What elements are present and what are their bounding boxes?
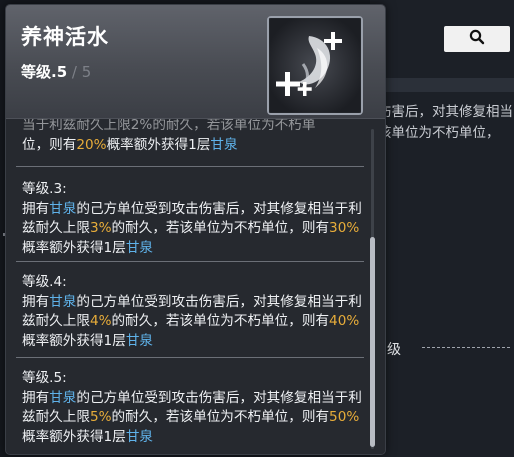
entry-text: 概率额外获得1层: [22, 332, 126, 349]
sparkle-plus-icon: [269, 18, 361, 113]
item-name: 甘泉: [49, 389, 77, 406]
percent-value: 4%: [89, 313, 112, 329]
search-button[interactable]: [444, 26, 510, 52]
entry-text: 拥有: [22, 389, 50, 406]
background-dashed-divider: [422, 347, 510, 348]
background-level-label: 级: [387, 342, 401, 358]
skill-level-max: / 5: [67, 63, 92, 81]
item-name: 甘泉: [49, 200, 77, 217]
entry-level-label: 等级.3:: [22, 181, 67, 197]
entry-text: 拥有: [22, 200, 50, 217]
background-text-line: 该单位为不朽单位，: [378, 125, 500, 141]
level-entry-partial: 当于利兹耐久上限2%的耐久，若该单位为不朽单 位，则有20%概率额外获得1层甘泉: [22, 119, 362, 155]
percent-value: 3%: [89, 220, 112, 236]
chance-value: 50%: [329, 409, 360, 425]
chance-value: 40%: [329, 313, 360, 329]
item-name: 甘泉: [210, 136, 238, 153]
entry-level-label: 等级.4:: [22, 274, 67, 290]
background-description: 伤害后，对其修复相当 该单位为不朽单位，: [378, 102, 514, 144]
background-text-line: 伤害后，对其修复相当: [378, 104, 513, 120]
entry-divider: [16, 261, 364, 262]
scrollbar-thumb[interactable]: [370, 237, 375, 447]
chance-value: 20%: [76, 136, 107, 153]
item-name: 甘泉: [125, 428, 153, 445]
level-entry: 等级.5: 拥有甘泉的己方单位受到攻击伤害后，对其修复相当于利兹耐久上限5%的耐…: [22, 369, 362, 447]
entry-text: 拥有: [22, 293, 50, 310]
item-name: 甘泉: [49, 293, 77, 310]
entry-text: 概率额外获得1层: [22, 239, 126, 256]
background-header-strip: [382, 78, 514, 92]
entry-divider: [16, 166, 364, 167]
entry-text-line: 当于利兹耐久上限2%的耐久，若该单位为不朽单: [22, 119, 316, 133]
tooltip-body[interactable]: 当于利兹耐久上限2%的耐久，若该单位为不朽单 位，则有20%概率额外获得1层甘泉…: [6, 119, 385, 454]
level-entry: 等级.4: 拥有甘泉的己方单位受到攻击伤害后，对其修复相当于利兹耐久上限4%的耐…: [22, 273, 362, 351]
search-icon: [469, 29, 485, 49]
entry-text: 的耐久，若该单位为不朽单位，则有: [111, 220, 330, 236]
entry-divider: [16, 357, 364, 358]
entry-text: 概率额外获得1层: [22, 428, 126, 445]
skill-level-current: 等级.5: [21, 63, 68, 81]
entry-text: 的耐久，若该单位为不朽单位，则有: [111, 409, 330, 425]
entry-level-label: 等级.5:: [22, 370, 67, 386]
chance-value: 30%: [329, 220, 360, 236]
entry-text: 概率额外获得1层: [106, 136, 211, 153]
tooltip-header: 养神活水 等级.5 / 5: [6, 5, 385, 119]
entry-text: 位，则有: [22, 136, 77, 153]
entry-text: 的耐久，若该单位为不朽单位，则有: [111, 313, 330, 329]
skill-icon: [267, 16, 363, 115]
skill-title: 养神活水: [21, 25, 109, 49]
skill-tooltip: 养神活水 等级.5 / 5 当于利兹耐久上限2%的耐久，若该单位为不朽单 位，则…: [5, 4, 386, 455]
background-panel: [370, 0, 514, 457]
item-name: 甘泉: [125, 239, 153, 256]
level-entry: 等级.3: 拥有甘泉的己方单位受到攻击伤害后，对其修复相当于利兹耐久上限3%的耐…: [22, 180, 362, 258]
item-name: 甘泉: [125, 332, 153, 349]
skill-level: 等级.5 / 5: [21, 61, 91, 82]
percent-value: 5%: [89, 409, 112, 425]
